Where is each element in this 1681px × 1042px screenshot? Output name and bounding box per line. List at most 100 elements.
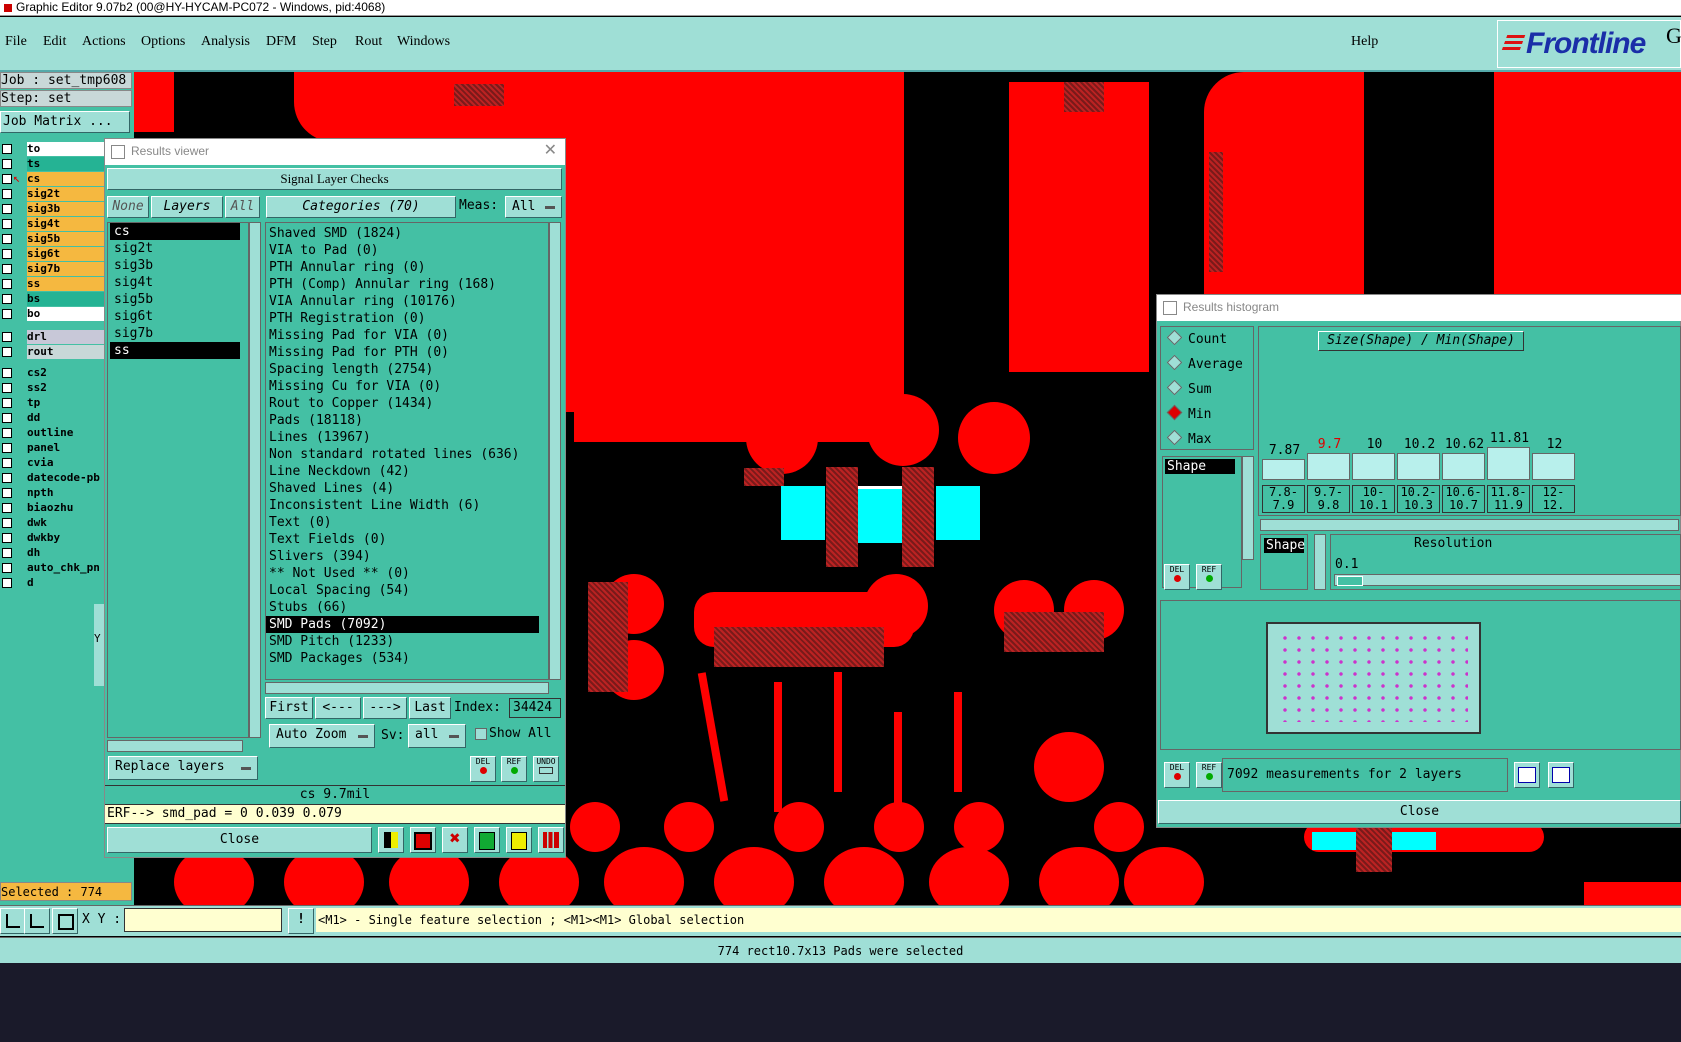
shape-field-list[interactable]: Shape bbox=[1260, 534, 1308, 590]
layer-list-hscrollbar[interactable] bbox=[107, 740, 243, 752]
resolution-slider-handle[interactable] bbox=[1337, 576, 1363, 586]
layer-checkbox[interactable] bbox=[2, 413, 12, 423]
menu-help[interactable]: Help bbox=[1351, 34, 1378, 50]
layer-result-item[interactable]: sig2t bbox=[110, 240, 240, 257]
layer-row[interactable]: dwkby bbox=[0, 531, 104, 545]
layer-row[interactable]: biaozhu bbox=[0, 501, 104, 515]
histogram-bin-cell[interactable]: 10- 10.1 bbox=[1352, 485, 1395, 513]
category-item[interactable]: Lines (13967) bbox=[266, 429, 539, 446]
layer-row[interactable]: bs bbox=[0, 292, 104, 306]
layer-list-scrollbar[interactable] bbox=[249, 222, 261, 738]
category-item[interactable]: Spacing length (2754) bbox=[266, 361, 539, 378]
category-item[interactable]: Stubs (66) bbox=[266, 599, 539, 616]
results-viewer-close-button[interactable]: Close bbox=[107, 827, 372, 853]
layer-row[interactable]: panel bbox=[0, 441, 104, 455]
layer-row[interactable]: sig4t bbox=[0, 217, 104, 231]
zoom-tool-icon[interactable] bbox=[0, 908, 26, 934]
board-preview[interactable] bbox=[1266, 622, 1481, 734]
show-all-checkbox[interactable] bbox=[475, 728, 487, 740]
all-button[interactable]: All bbox=[225, 196, 260, 218]
histogram-bin-cell[interactable]: 11.8- 11.9 bbox=[1487, 485, 1530, 513]
category-item[interactable]: Missing Pad for VIA (0) bbox=[266, 327, 539, 344]
histogram-bar[interactable] bbox=[1442, 453, 1485, 480]
notes-icon[interactable] bbox=[506, 827, 532, 853]
layers-button[interactable]: Layers bbox=[151, 196, 223, 218]
layer-row[interactable]: auto_chk_pn bbox=[0, 561, 104, 575]
layer-checkbox[interactable] bbox=[2, 548, 12, 558]
histogram-bar[interactable] bbox=[1262, 459, 1305, 480]
flag-tool-icon[interactable] bbox=[378, 827, 404, 853]
layer-results-list[interactable]: cs sig2t sig3b sig4t sig5b sig6t sig7b ss bbox=[107, 222, 249, 738]
histogram-hscrollbar[interactable] bbox=[1260, 519, 1679, 531]
histogram-bin-cell[interactable]: 10.2- 10.3 bbox=[1397, 485, 1440, 513]
menu-actions[interactable]: Actions bbox=[82, 34, 126, 50]
shape-field-label[interactable]: Shape bbox=[1264, 538, 1305, 553]
histogram-del-button[interactable]: DEL bbox=[1164, 564, 1190, 590]
close-icon[interactable]: ✕ bbox=[544, 139, 557, 163]
category-item[interactable]: Inconsistent Line Width (6) bbox=[266, 497, 539, 514]
category-item[interactable]: Local Spacing (54) bbox=[266, 582, 539, 599]
chart-options-icon[interactable] bbox=[1548, 762, 1574, 788]
menu-rout[interactable]: Rout bbox=[355, 34, 382, 50]
layer-checkbox[interactable] bbox=[2, 249, 12, 259]
categories-button[interactable]: Categories (70) bbox=[266, 196, 456, 218]
meas-dropdown[interactable]: All bbox=[505, 196, 562, 218]
board-ref-button[interactable]: REF bbox=[1196, 762, 1222, 788]
grid-tool-icon[interactable] bbox=[52, 908, 78, 934]
layer-row[interactable]: ss2 bbox=[0, 381, 104, 395]
del-button[interactable]: DEL bbox=[470, 756, 496, 782]
measure-tool-icon[interactable] bbox=[24, 908, 50, 934]
layer-checkbox[interactable] bbox=[2, 473, 12, 483]
layer-result-item[interactable]: sig4t bbox=[110, 274, 240, 291]
menu-dfm[interactable]: DFM bbox=[266, 34, 296, 50]
layer-row[interactable]: cvia bbox=[0, 456, 104, 470]
resolution-slider[interactable] bbox=[1334, 574, 1681, 586]
last-button[interactable]: Last bbox=[409, 697, 451, 719]
menu-file[interactable]: File bbox=[5, 34, 27, 50]
layer-checkbox[interactable] bbox=[2, 398, 12, 408]
layer-checkbox[interactable] bbox=[2, 347, 12, 357]
job-matrix-button[interactable]: Job Matrix ... bbox=[0, 111, 130, 133]
layer-checkbox[interactable] bbox=[2, 294, 12, 304]
category-item[interactable]: PTH (Comp) Annular ring (168) bbox=[266, 276, 539, 293]
info-icon[interactable]: ! bbox=[288, 908, 314, 934]
layer-checkbox[interactable] bbox=[2, 563, 12, 573]
histogram-close-button[interactable]: Close bbox=[1158, 800, 1681, 824]
layer-checkbox[interactable] bbox=[2, 443, 12, 453]
green-tool-icon[interactable] bbox=[474, 827, 500, 853]
layer-row[interactable]: sig7b bbox=[0, 262, 104, 276]
layer-checkbox[interactable] bbox=[2, 518, 12, 528]
layer-row[interactable]: dh bbox=[0, 546, 104, 560]
layer-row[interactable]: sig6t bbox=[0, 247, 104, 261]
layer-row[interactable]: bo bbox=[0, 307, 104, 321]
menu-windows[interactable]: Windows bbox=[397, 34, 450, 50]
category-item[interactable]: Shaved Lines (4) bbox=[266, 480, 539, 497]
category-item[interactable]: Text Fields (0) bbox=[266, 531, 539, 548]
layer-checkbox[interactable] bbox=[2, 309, 12, 319]
category-item[interactable]: SMD Pitch (1233) bbox=[266, 633, 539, 650]
shape-list-scrollbar[interactable] bbox=[1242, 456, 1254, 560]
xy-input[interactable] bbox=[124, 908, 282, 932]
index-input[interactable]: 34424 bbox=[509, 698, 561, 718]
board-del-button[interactable]: DEL bbox=[1164, 762, 1190, 788]
menu-analysis[interactable]: Analysis bbox=[201, 34, 250, 50]
category-item[interactable]: Line Neckdown (42) bbox=[266, 463, 539, 480]
category-item[interactable]: VIA Annular ring (10176) bbox=[266, 293, 539, 310]
histogram-bar[interactable] bbox=[1532, 453, 1575, 480]
layer-checkbox[interactable] bbox=[2, 332, 12, 342]
histogram-bar[interactable] bbox=[1397, 453, 1440, 480]
next-button[interactable]: ---> bbox=[363, 697, 407, 719]
category-item[interactable]: PTH Annular ring (0) bbox=[266, 259, 539, 276]
histogram-ref-button[interactable]: REF bbox=[1196, 564, 1222, 590]
layer-checkbox[interactable] bbox=[2, 159, 12, 169]
category-item[interactable]: Rout to Copper (1434) bbox=[266, 395, 539, 412]
menu-options[interactable]: Options bbox=[141, 34, 185, 50]
histogram-bin-cell[interactable]: 12- 12. bbox=[1532, 485, 1575, 513]
layer-result-item[interactable]: sig5b bbox=[110, 291, 240, 308]
category-list-scrollbar[interactable] bbox=[549, 222, 561, 680]
layer-result-item[interactable]: sig3b bbox=[110, 257, 240, 274]
aggregation-option[interactable]: Average bbox=[1161, 352, 1253, 377]
layer-row[interactable]: cs2 bbox=[0, 366, 104, 380]
category-item[interactable]: Missing Pad for PTH (0) bbox=[266, 344, 539, 361]
layer-checkbox[interactable] bbox=[2, 458, 12, 468]
